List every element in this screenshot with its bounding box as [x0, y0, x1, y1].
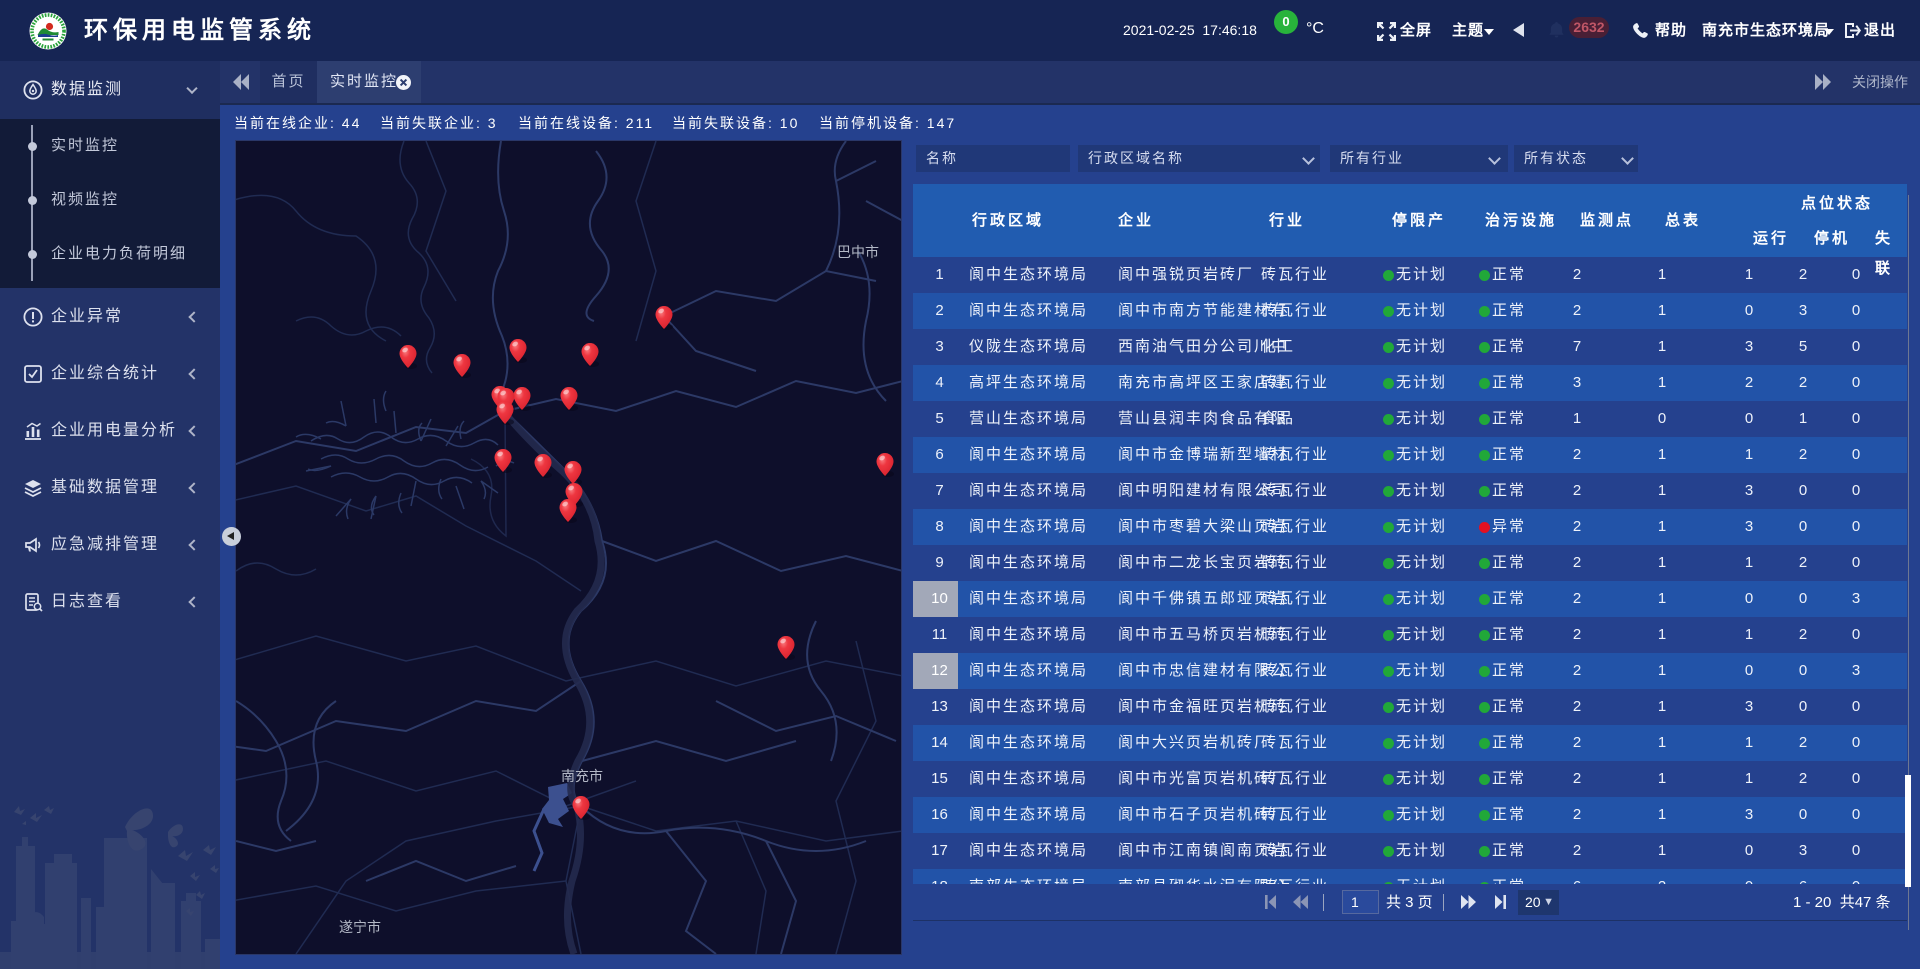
svg-text:遂宁市: 遂宁市 — [339, 919, 381, 935]
svg-text:南充市: 南充市 — [561, 768, 603, 784]
svg-text:巴中市: 巴中市 — [837, 244, 879, 260]
